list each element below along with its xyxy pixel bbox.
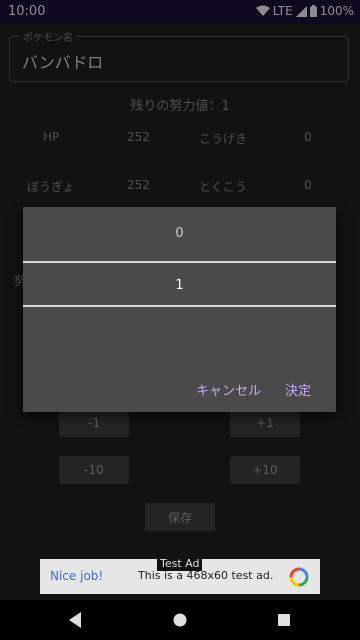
number-picker-dialog: 0 1 キャンセル 決定 bbox=[23, 207, 336, 412]
picker-value-previous[interactable]: 0 bbox=[23, 226, 336, 241]
picker-value-selected[interactable]: 1 bbox=[23, 278, 336, 293]
ad-nice-text: Nice job! bbox=[50, 569, 104, 583]
test-ad-caption: Test Ad bbox=[157, 557, 203, 571]
home-icon[interactable] bbox=[172, 611, 188, 633]
picker-divider-bottom bbox=[23, 305, 336, 307]
picker-divider-top bbox=[23, 261, 336, 263]
back-icon[interactable] bbox=[67, 611, 83, 633]
admob-logo-icon bbox=[289, 567, 309, 591]
cancel-button[interactable]: キャンセル bbox=[196, 380, 261, 399]
recents-icon[interactable] bbox=[277, 611, 291, 633]
ok-button[interactable]: 決定 bbox=[285, 380, 311, 399]
navigation-bar bbox=[0, 600, 360, 640]
